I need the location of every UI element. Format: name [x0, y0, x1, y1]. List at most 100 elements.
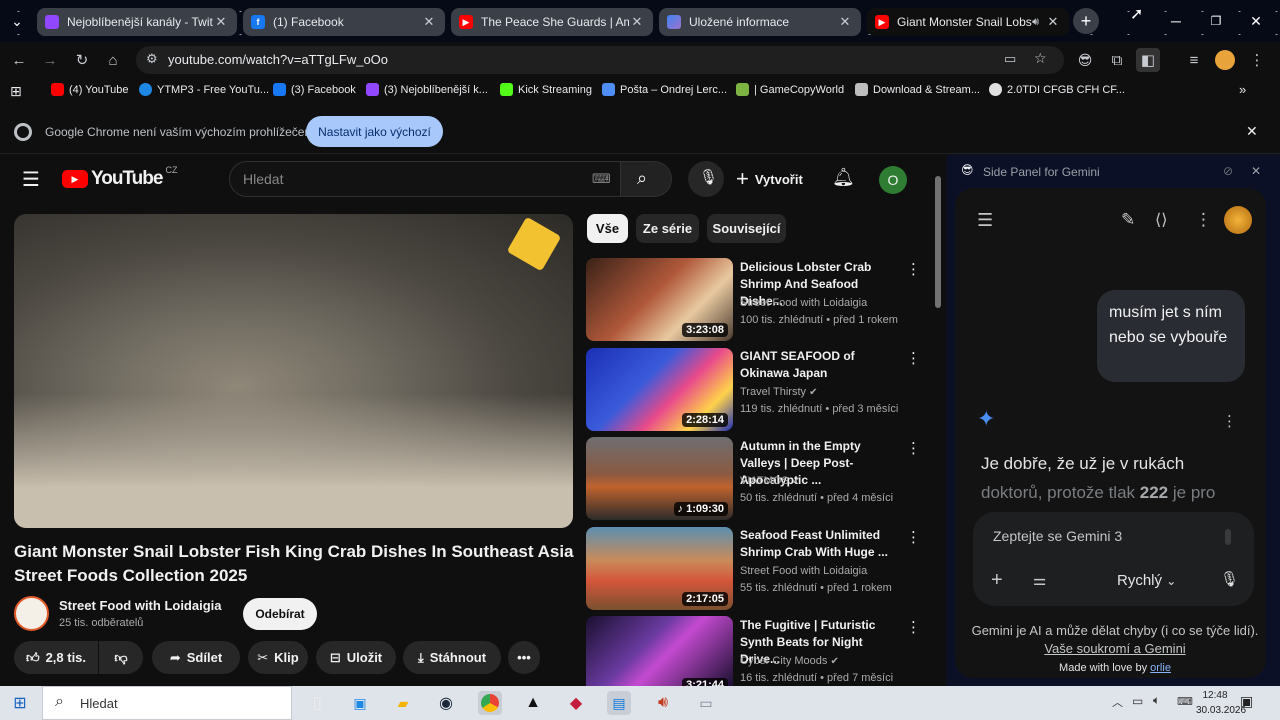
chevron-right-icon[interactable]: » — [1239, 82, 1246, 97]
home-button[interactable]: ⌂ — [101, 48, 125, 72]
chrome-icon[interactable] — [481, 694, 499, 712]
new-chat-icon[interactable]: ✎ — [1121, 210, 1135, 230]
channel-name[interactable]: Street Food with Loidaigia — [59, 598, 222, 613]
app-c-icon[interactable]: ▤ — [607, 691, 631, 715]
keyboard-icon[interactable]: ⌨ — [1177, 695, 1193, 708]
file-icon[interactable]: ▯ — [305, 691, 329, 715]
privacy-link[interactable]: Vaše soukromí a Gemini — [1044, 641, 1185, 656]
recommendation-title[interactable]: Seafood Feast Unlimited Shrimp Crab With… — [740, 527, 900, 561]
more-vertical-icon[interactable]: ⋮ — [906, 618, 921, 636]
save-button[interactable]: ⊟ Uložit — [316, 641, 396, 674]
channel-avatar[interactable] — [14, 596, 49, 631]
clock[interactable]: 12:48 30.03.2026 — [1196, 688, 1246, 718]
search-button[interactable]: ⌕ — [620, 161, 672, 197]
unpin-icon[interactable]: ⊘ — [1223, 164, 1233, 178]
install-app-icon[interactable]: ▭ — [1004, 51, 1016, 67]
tab-saved-info[interactable]: Uložené informace ✕ — [659, 8, 861, 36]
extension-emoji-icon[interactable]: 😎 — [1073, 48, 1097, 72]
more-vertical-icon[interactable]: ⋮ — [906, 439, 921, 457]
like-button[interactable]: 👍︎ 2,8 tis. — [14, 641, 98, 674]
recommendation-channel[interactable]: Street Food with Loidaigia — [740, 565, 867, 577]
bookmark-item[interactable]: (4) YouTube — [51, 83, 129, 96]
address-bar[interactable]: ⚙︎ youtube.com/watch?v=aTTgLFw_oOo ▭ ☆ — [136, 46, 1064, 74]
taskbar-search[interactable]: ⌕ Hledat — [42, 686, 292, 720]
close-icon[interactable]: ✕ — [837, 14, 853, 30]
steam-icon[interactable]: ◉ — [434, 691, 458, 715]
bell-icon[interactable]: 🔔︎ — [832, 167, 855, 188]
bookmark-item[interactable]: Kick Streaming — [500, 83, 592, 96]
video-thumbnail[interactable]: 3:23:08 — [586, 258, 733, 341]
close-icon[interactable]: ✕ — [629, 14, 645, 30]
hamburger-menu-icon[interactable]: ☰ — [977, 210, 993, 231]
speaker-icon[interactable]: 🔊︎ — [651, 691, 675, 715]
prompt-input[interactable]: Zeptejte se Gemini 3 — [993, 528, 1122, 544]
network-icon[interactable]: ▭ — [1132, 694, 1143, 708]
tray-chevron-icon[interactable]: ︿ — [1112, 694, 1123, 710]
hamburger-menu-icon[interactable]: ☰ — [22, 167, 40, 192]
gemini-prompt-box[interactable]: Zeptejte se Gemini 3 + ⚌ Rychlý ⌄ 🎙︎ — [973, 512, 1254, 606]
video-player[interactable] — [14, 214, 573, 528]
video-thumbnail[interactable]: 2:17:05 — [586, 527, 733, 610]
reload-button[interactable]: ↻ — [70, 48, 94, 72]
profile-avatar[interactable] — [1224, 206, 1252, 234]
microphone-icon[interactable]: 🎙︎ — [1220, 570, 1239, 588]
close-icon[interactable]: ✕ — [213, 14, 229, 30]
task-view-icon[interactable]: ▣ — [348, 691, 372, 715]
video-thumbnail[interactable]: ♪ 1:09:30 — [586, 437, 733, 520]
tab-facebook[interactable]: f (1) Facebook ✕ — [243, 8, 445, 36]
more-vertical-icon[interactable]: ⋮ — [1222, 412, 1237, 430]
speaker-icon[interactable]: 🔊︎ — [1032, 16, 1039, 29]
youtube-logo[interactable]: ▶ YouTube CZ — [62, 165, 177, 190]
more-vertical-icon[interactable]: ⋮ — [1195, 210, 1212, 230]
recommendation-channel[interactable]: Travel Thirsty ✔︎ — [740, 386, 817, 398]
more-vertical-icon[interactable]: ⋮ — [906, 349, 921, 367]
recommendation-channel[interactable]: Street Food with Loidaigia — [740, 297, 867, 309]
apps-grid-icon[interactable]: ⊞ — [10, 83, 22, 100]
recommendation-channel[interactable]: Cyber City Moods ✔︎ — [740, 655, 839, 667]
windows-start-icon[interactable]: ⊞ — [8, 691, 32, 715]
search-input[interactable]: Hledat ⌨ — [229, 161, 621, 197]
extensions-icon[interactable]: ⧉ — [1105, 48, 1129, 72]
chip-all[interactable]: Vše — [587, 214, 628, 243]
chip-related[interactable]: Související — [707, 214, 786, 243]
clip-button[interactable]: ✂ Klip — [248, 641, 308, 674]
download-button[interactable]: ⤓ Stáhnout — [403, 641, 501, 674]
close-icon[interactable]: ✕ — [1246, 123, 1258, 140]
media-controls-icon[interactable]: ≡ — [1182, 48, 1206, 72]
close-icon[interactable]: ✕ — [421, 14, 437, 30]
tab-active[interactable]: ▶ Giant Monster Snail Lobster 🔊︎ ✕ — [867, 8, 1069, 36]
file-explorer-icon[interactable]: ▰ — [391, 691, 415, 715]
video-thumbnail[interactable]: 2:28:14 — [586, 348, 733, 431]
dislike-button[interactable]: 👎︎ — [99, 641, 143, 674]
bookmark-item[interactable]: Download & Stream... — [855, 83, 980, 96]
app-d-icon[interactable]: ▭ — [694, 691, 718, 715]
star-icon[interactable]: ☆ — [1034, 50, 1047, 67]
create-button[interactable]: + Vytvořit — [736, 165, 803, 193]
chip-series[interactable]: Ze série — [636, 214, 699, 243]
model-selector[interactable]: Rychlý ⌄ — [1117, 572, 1176, 589]
share-button[interactable]: ➦ Sdílet — [152, 641, 240, 674]
voice-search-button[interactable]: 🎙︎ — [688, 161, 724, 197]
menu-icon[interactable]: ⋮ — [1245, 48, 1269, 72]
profile-avatar[interactable] — [1215, 50, 1235, 70]
bookmark-item[interactable]: 2.0TDI CFGB CFH CF... — [989, 83, 1125, 96]
scrollbar-thumb[interactable] — [935, 176, 941, 308]
bookmark-item[interactable]: YTMP3 - Free YouTu... — [139, 83, 269, 96]
subscribe-button[interactable]: Odebírat — [243, 598, 317, 630]
bookmark-item[interactable]: Pošta – Ondrej Lerc... — [602, 83, 727, 96]
side-panel-icon[interactable]: ◧ — [1136, 48, 1160, 72]
bookmark-item[interactable]: (3) Nejoblíbenější k... — [366, 83, 488, 96]
page-scrollbar[interactable] — [934, 160, 942, 686]
share-icon[interactable]: ⟨⟩ — [1155, 210, 1167, 230]
volume-icon[interactable]: 🔈︎ — [1153, 693, 1160, 708]
close-icon[interactable]: ✕ — [1045, 14, 1061, 30]
author-link[interactable]: orlie — [1150, 662, 1171, 674]
bookmark-item[interactable]: | GameCopyWorld — [736, 83, 844, 96]
new-tab-button[interactable]: + — [1073, 8, 1099, 34]
set-default-button[interactable]: Nastavit jako výchozí — [306, 116, 443, 147]
video-thumbnail[interactable]: 3:21:44 — [586, 616, 733, 686]
tools-icon[interactable]: ⚌ — [1033, 571, 1046, 589]
more-vertical-icon[interactable]: ⋮ — [906, 260, 921, 278]
avatar[interactable]: O — [879, 166, 907, 194]
site-info-icon[interactable]: ⚙︎ — [146, 51, 158, 67]
